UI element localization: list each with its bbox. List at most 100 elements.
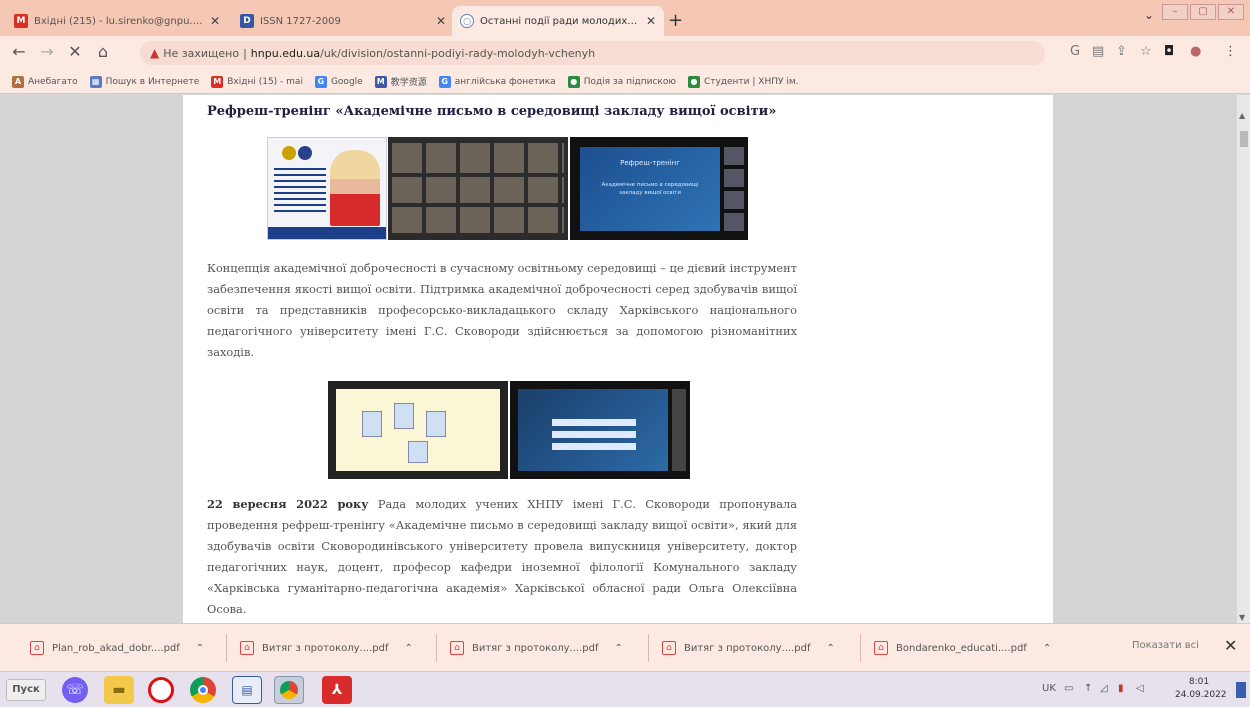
translate-icon[interactable]: ▤ [1092, 44, 1104, 59]
bookmark-icon: ▦ [89, 75, 102, 88]
scroll-down-icon[interactable]: ▼ [1239, 613, 1245, 622]
slide-area [518, 389, 668, 471]
scroll-thumb[interactable] [1240, 131, 1248, 147]
battery-icon[interactable]: ▮ [1118, 683, 1124, 694]
maximize-button[interactable]: ▢ [1190, 4, 1216, 20]
star-icon[interactable]: ☆ [1140, 44, 1152, 59]
chevron-up-icon[interactable]: ⌃ [404, 643, 412, 654]
presentation-slide-image: Рефреш-тренінг Академічне письмо в серед… [570, 137, 748, 240]
chrome-window-icon[interactable] [274, 676, 304, 704]
google-icon: G [438, 75, 451, 88]
warning-icon: ▲ [150, 46, 160, 60]
divider [860, 634, 861, 662]
download-item[interactable]: ⌂ Bondarenko_educati....pdf ⌃ [874, 638, 1051, 658]
bookmarks-bar: A Анебагато ▦ Пошук в Интернете M Вхідні (1… [0, 70, 1250, 94]
pdf-file-icon: ⌂ [240, 641, 254, 655]
paragraph-event: 22 вересня 2022 року Рада молодих учених… [207, 494, 797, 620]
language-indicator[interactable]: UK [1042, 683, 1056, 694]
window-controls: – ▢ ✕ [1162, 4, 1244, 20]
download-filename: Витяг з протоколу....pdf [262, 642, 389, 654]
profile-avatar-icon[interactable]: ● [1190, 44, 1201, 59]
close-download-bar-icon[interactable]: ✕ [1224, 636, 1237, 655]
bookmark-item[interactable]: M Вхідні (15) - mai [211, 75, 303, 88]
show-desktop-button[interactable] [1236, 682, 1246, 698]
url-path: /uk/division/ostanni-podiyi-rady-molodyh… [320, 46, 596, 60]
bookmark-item[interactable]: A Анебагато [12, 75, 78, 88]
opera-icon[interactable] [148, 677, 174, 703]
bookmark-item[interactable]: ● Студенти | ХНПУ ім. [687, 75, 798, 88]
sidepanel-icon[interactable]: ◘ [1164, 44, 1174, 59]
download-item[interactable]: ⌂ Plan_rob_akad_dobr....pdf ⌃ [30, 638, 204, 658]
site-favicon-icon: D [240, 14, 254, 28]
close-window-button[interactable]: ✕ [1218, 4, 1244, 20]
pdf-file-icon: ⌂ [662, 641, 676, 655]
download-item[interactable]: ⌂ Витяг з протоколу....pdf ⌃ [450, 638, 623, 658]
stop-button[interactable]: ✕ [64, 42, 86, 61]
loading-icon: ○ [460, 14, 474, 28]
tab-gmail[interactable]: M Вхідні (215) - lu.sirenko@gnpu.edu.ua … [6, 6, 228, 36]
address-bar[interactable]: ▲ Не захищено | hnpu.edu.ua /uk/division… [140, 41, 1045, 65]
bookmark-item[interactable]: M 教学资源 [374, 75, 427, 88]
tray-arrow-icon[interactable]: ↑ [1084, 683, 1092, 694]
bookmark-label: англійська фонетика [454, 76, 556, 87]
back-button[interactable]: ← [8, 42, 30, 61]
grid-divider [392, 173, 564, 177]
article-content: Рефреш-тренінг «Академічне письмо в сере… [183, 95, 1053, 623]
chevron-up-icon[interactable]: ⌃ [196, 643, 204, 654]
google-lens-icon[interactable]: G [1070, 44, 1080, 59]
start-button[interactable]: Пуск [6, 679, 46, 701]
forward-button[interactable]: → [36, 42, 58, 61]
bookmark-item[interactable]: ● Подія за підпискою [567, 75, 676, 88]
bookmark-item[interactable]: G Google [314, 75, 363, 88]
bookmark-label: Google [330, 76, 363, 87]
tab-issn[interactable]: D ISSN 1727-2009 ✕ [232, 6, 454, 36]
speaker-thumbnail [724, 147, 744, 231]
volume-icon[interactable]: ◁ [1136, 683, 1144, 694]
diagram-shape [408, 441, 428, 463]
bookmark-item[interactable]: Gанглійська фонетика [438, 75, 556, 88]
close-tab-icon[interactable]: ✕ [436, 14, 446, 28]
tab-title: Останні події ради молодих вчених [480, 15, 640, 27]
speaker-poster-image [267, 137, 387, 240]
system-clock[interactable]: 8:01 24.09.2022 [1175, 676, 1227, 702]
speaker-photo [330, 150, 380, 226]
video-call-grid-image [388, 137, 568, 240]
network-icon[interactable]: ◿ [1100, 683, 1108, 694]
home-button[interactable]: ⌂ [92, 42, 114, 61]
viber-icon[interactable]: ☏ [62, 677, 88, 703]
close-tab-icon[interactable]: ✕ [210, 14, 220, 28]
download-filename: Витяг з протоколу....pdf [684, 642, 811, 654]
keyboard-icon[interactable]: ▭ [1064, 683, 1073, 694]
news-app-icon[interactable]: ▤ [232, 676, 262, 704]
share-icon[interactable]: ⇪ [1116, 44, 1127, 59]
acrobat-icon[interactable]: ⅄ [322, 676, 352, 704]
page-viewport: Рефреш-тренінг «Академічне письмо в сере… [0, 95, 1237, 623]
menu-icon[interactable]: ⋮ [1224, 44, 1237, 59]
new-tab-button[interactable]: + [668, 10, 683, 31]
pdf-file-icon: ⌂ [874, 641, 888, 655]
show-all-downloads-button[interactable]: Показати всі [1132, 640, 1199, 651]
download-item[interactable]: ⌂ Витяг з протоколу....pdf ⌃ [240, 638, 413, 658]
pdf-file-icon: ⌂ [450, 641, 464, 655]
page-scrollbar[interactable]: ▲ ▼ [1237, 95, 1250, 623]
chevron-up-icon[interactable]: ⌃ [826, 643, 834, 654]
tab-active[interactable]: ○ Останні події ради молодих вчених ✕ [452, 6, 664, 36]
tab-search-icon[interactable]: ⌄ [1144, 8, 1154, 22]
pdf-file-icon: ⌂ [30, 641, 44, 655]
bookmark-label: 教学资源 [390, 78, 427, 88]
minimize-button[interactable]: – [1162, 4, 1188, 20]
chrome-icon[interactable] [190, 677, 216, 703]
bookmark-label: Подія за підпискою [583, 76, 676, 87]
download-item[interactable]: ⌂ Витяг з протоколу....pdf ⌃ [662, 638, 835, 658]
grid-divider [392, 203, 564, 207]
chevron-up-icon[interactable]: ⌃ [614, 643, 622, 654]
chevron-up-icon[interactable]: ⌃ [1043, 643, 1051, 654]
bookmark-icon: ● [567, 75, 580, 88]
bookmark-item[interactable]: ▦ Пошук в Интернете [89, 75, 199, 88]
close-tab-icon[interactable]: ✕ [646, 14, 656, 28]
gmail-icon: M [211, 75, 224, 88]
divider [226, 634, 227, 662]
folder-icon[interactable]: ▬ [104, 676, 134, 704]
download-bar: ⌂ Plan_rob_akad_dobr....pdf ⌃ ⌂ Витяг з … [0, 623, 1250, 671]
scroll-up-icon[interactable]: ▲ [1239, 111, 1245, 120]
